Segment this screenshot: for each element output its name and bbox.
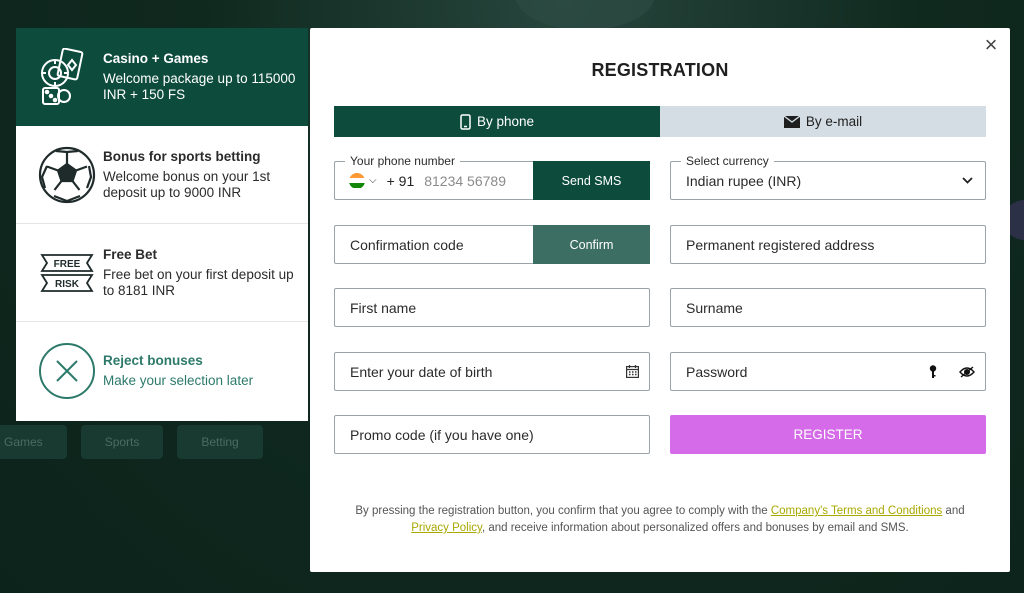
legal-text-part: and	[942, 505, 965, 517]
chevron-down-icon	[962, 177, 973, 184]
india-flag-icon[interactable]	[349, 172, 365, 189]
first-name-field[interactable]: First name	[334, 288, 650, 327]
free-risk-icon: FREE RISK	[36, 242, 98, 304]
soccer-ball-icon	[36, 144, 98, 206]
first-name-placeholder: First name	[350, 299, 417, 316]
dob-placeholder: Enter your date of birth	[350, 363, 493, 380]
bonus-title: Reject bonuses	[103, 353, 203, 368]
bonus-option-freebet[interactable]: FREE RISK Free Bet Free bet on your firs…	[16, 224, 308, 322]
phone-prefix: + 91	[386, 172, 415, 189]
address-field[interactable]: Permanent registered address	[670, 225, 986, 264]
tab-label: By phone	[476, 114, 535, 129]
tab-by-phone[interactable]: By phone	[334, 106, 660, 137]
address-placeholder: Permanent registered address	[686, 236, 875, 253]
close-circle-icon	[36, 340, 98, 402]
bonus-description: Free bet on your first deposit up to 818…	[103, 266, 294, 298]
promo-code-field[interactable]: Promo code (if you have one)	[334, 415, 650, 454]
surname-placeholder: Surname	[686, 299, 743, 316]
confirm-button[interactable]: Confirm	[533, 225, 650, 264]
registration-modal: × REGISTRATION By phone By e-mail Your p…	[310, 28, 1010, 572]
registration-tabs: By phone By e-mail	[334, 106, 986, 137]
phone-icon	[460, 113, 471, 130]
tab-by-email[interactable]: By e-mail	[660, 106, 986, 137]
free-label: FREE	[54, 259, 81, 270]
modal-title: REGISTRATION	[591, 60, 729, 80]
currency-value: Indian rupee (INR)	[686, 172, 802, 189]
casino-chips-icon	[36, 46, 98, 108]
tab-label: By e-mail	[805, 114, 863, 129]
send-sms-button[interactable]: Send SMS	[533, 161, 650, 200]
promo-placeholder: Promo code (if you have one)	[350, 426, 534, 443]
bonus-title: Free Bet	[103, 246, 158, 262]
surname-field[interactable]: Surname	[670, 288, 986, 327]
terms-link[interactable]: Company's Terms and Conditions	[771, 505, 942, 517]
password-field[interactable]: Password	[670, 352, 986, 391]
bonus-description: Welcome bonus on your 1st deposit up to …	[103, 168, 271, 200]
risk-label: RISK	[55, 279, 80, 290]
key-icon[interactable]	[929, 364, 937, 379]
phone-field: Your phone number ⌵ + 91 Send SMS	[334, 154, 650, 200]
bonus-title: Bonus for sports betting	[103, 148, 261, 164]
password-placeholder: Password	[686, 363, 748, 380]
bonus-option-casino[interactable]: Casino + Games Welcome package up to 115…	[16, 28, 308, 126]
legal-text-part: By pressing the registration button, you…	[355, 505, 771, 517]
currency-label: Select currency	[681, 154, 774, 168]
phone-input[interactable]	[424, 172, 530, 189]
phone-label: Your phone number	[345, 154, 460, 168]
date-of-birth-field[interactable]: Enter your date of birth	[334, 352, 650, 391]
bonus-description: Welcome package up to 115000 INR + 150 F…	[103, 71, 296, 102]
legal-text: By pressing the registration button, you…	[334, 503, 986, 537]
eye-slash-icon[interactable]	[959, 365, 975, 378]
bonus-title: Casino + Games	[103, 51, 209, 66]
bonus-option-sports[interactable]: Bonus for sports betting Welcome bonus o…	[16, 126, 308, 224]
bg-nav-games: Games	[0, 425, 67, 459]
bonus-description: Make your selection later	[103, 373, 254, 388]
chevron-down-icon[interactable]: ⌵	[369, 175, 377, 186]
bg-nav-sports: Sports	[80, 425, 164, 459]
register-button[interactable]: REGISTER	[670, 415, 986, 454]
envelope-icon	[783, 115, 800, 128]
confirmation-code-field[interactable]: Confirmation code Confirm	[334, 225, 650, 264]
calendar-icon[interactable]	[626, 365, 639, 378]
bg-nav-betting: Betting	[177, 425, 263, 459]
privacy-policy-link[interactable]: Privacy Policy	[411, 522, 482, 534]
confirmation-placeholder: Confirmation code	[350, 236, 464, 253]
bonus-panel: Casino + Games Welcome package up to 115…	[16, 28, 308, 421]
currency-select[interactable]: Select currency Indian rupee (INR)	[670, 154, 986, 200]
legal-text-part: , and receive information about personal…	[481, 522, 909, 534]
bonus-option-reject[interactable]: Reject bonuses Make your selection later	[16, 322, 308, 420]
background-nav: Games Sports Betting	[0, 425, 263, 459]
close-icon[interactable]: ×	[980, 34, 1002, 56]
